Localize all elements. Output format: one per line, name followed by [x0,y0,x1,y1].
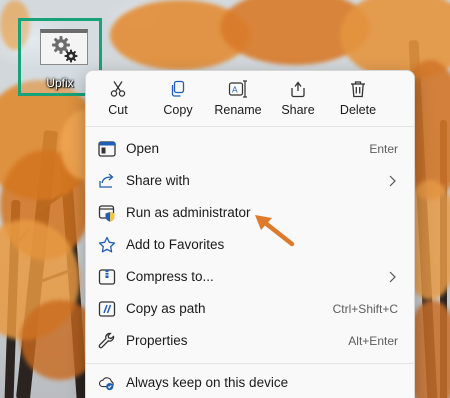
menu-item-run-as-administrator[interactable]: Run as administrator [90,198,412,228]
menu-item-always-keep-on-device[interactable]: Always keep on this device [90,368,412,398]
context-menu-toolbar: Cut Copy A Rename Share Delete [86,71,414,127]
wrench-icon [98,332,116,350]
menu-item-open[interactable]: Open Enter [90,134,412,164]
chevron-right-icon [389,175,396,187]
share-with-icon [98,172,116,190]
share-icon [289,79,307,99]
context-menu: Cut Copy A Rename Share Delete Open Ente… [85,70,415,398]
copy-button[interactable]: Copy [148,79,208,123]
archive-icon [98,268,116,286]
copy-icon [169,79,187,99]
trash-icon [349,79,367,99]
chevron-right-icon [389,271,396,283]
menu-item-compress-to[interactable]: Compress to... [90,262,412,292]
svg-text:A: A [232,85,238,95]
settings-file-icon [40,29,88,65]
annotation-arrow [255,215,295,247]
menu-item-copy-as-path[interactable]: Copy as path Ctrl+Shift+C [90,294,412,324]
cut-button[interactable]: Cut [88,79,148,123]
menu-item-add-to-favorites[interactable]: Add to Favorites [90,230,412,260]
open-icon [98,140,116,158]
menu-item-properties[interactable]: Properties Alt+Enter [90,326,412,356]
menu-item-share-with[interactable]: Share with [90,166,412,196]
cloud-sync-icon [98,374,116,392]
rename-button[interactable]: A Rename [208,79,268,123]
scissors-icon [109,79,127,99]
share-button[interactable]: Share [268,79,328,123]
rename-icon: A [228,79,248,99]
shield-icon [98,204,116,222]
delete-button[interactable]: Delete [328,79,388,123]
path-icon [98,300,116,318]
menu-separator [86,363,414,364]
star-icon [98,236,116,254]
